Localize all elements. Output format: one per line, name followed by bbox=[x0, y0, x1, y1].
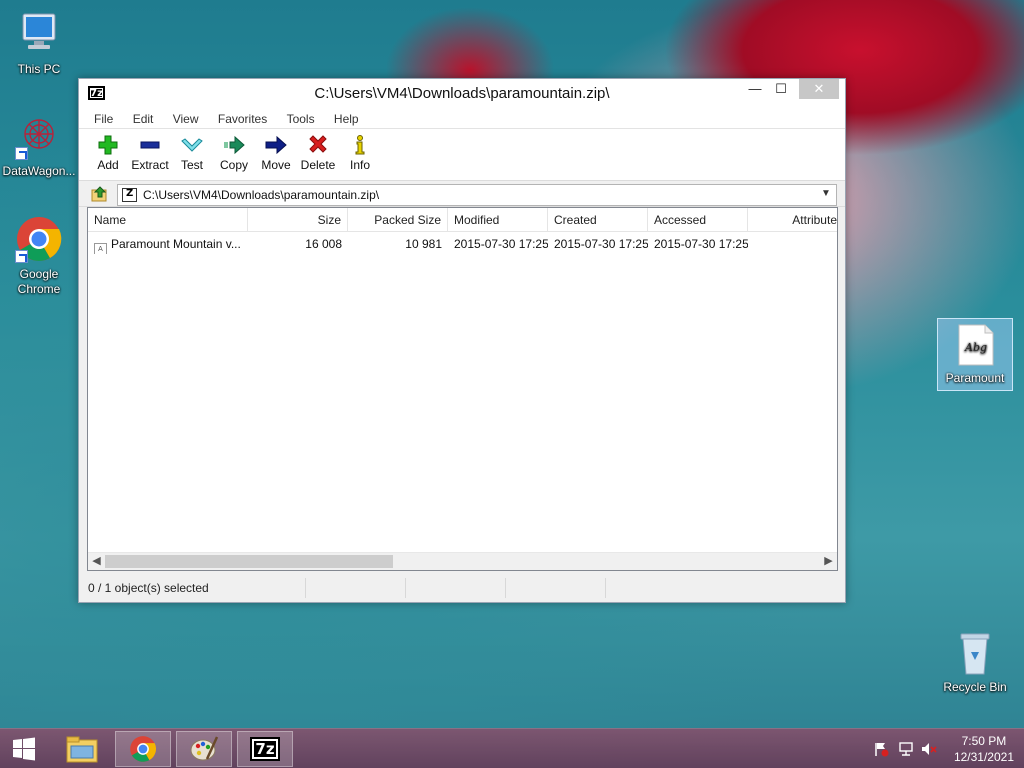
chrome-icon bbox=[130, 736, 157, 762]
path-input[interactable]: C:\Users\VM4\Downloads\paramountain.zip\… bbox=[117, 184, 837, 206]
folder-up-icon[interactable] bbox=[91, 185, 109, 203]
desktop-icon-recycle-bin[interactable]: Recycle Bin bbox=[937, 630, 1013, 695]
toolbar: Add Extract Test Copy Move Delete Info bbox=[79, 129, 845, 181]
desktop-icon-label: Google Chrome bbox=[17, 267, 61, 296]
add-button[interactable]: Add bbox=[87, 129, 129, 180]
scroll-thumb[interactable] bbox=[105, 555, 393, 568]
cell-accessed: 2015-07-30 17:25 bbox=[654, 237, 748, 251]
archive-icon bbox=[122, 188, 137, 202]
start-button[interactable] bbox=[0, 731, 48, 767]
7zip-file-manager-window[interactable]: 7z C:\Users\VM4\Downloads\paramountain.z… bbox=[78, 78, 846, 603]
column-header-size[interactable]: Size bbox=[248, 208, 348, 232]
file-explorer-icon bbox=[66, 736, 98, 763]
status-segment bbox=[406, 578, 506, 598]
desktop-icon-label: Paramount bbox=[945, 371, 1005, 385]
title-bar[interactable]: 7z C:\Users\VM4\Downloads\paramountain.z… bbox=[79, 79, 845, 109]
scroll-left-icon[interactable]: ◀ bbox=[88, 553, 105, 570]
menu-file[interactable]: File bbox=[85, 109, 121, 128]
desktop-icon-this-pc[interactable]: This PC bbox=[1, 10, 77, 77]
paint-palette-icon bbox=[190, 736, 219, 761]
volume-muted-icon[interactable] bbox=[921, 741, 937, 757]
taskbar-7zip[interactable]: 7z bbox=[237, 731, 293, 767]
desktop-icon-label: DataWagon... bbox=[2, 164, 76, 178]
cell-name: A Paramount Mountain v... bbox=[88, 234, 248, 254]
close-button[interactable]: ✕ bbox=[799, 79, 839, 99]
cell-modified: 2015-07-30 17:25 bbox=[454, 237, 548, 251]
extract-button[interactable]: Extract bbox=[129, 129, 171, 180]
clock-time: 7:50 PM bbox=[961, 734, 1007, 748]
column-header-created[interactable]: Created bbox=[548, 208, 648, 232]
svg-text:Abg: Abg bbox=[964, 341, 987, 354]
desktop-icon-label: Recycle Bin bbox=[943, 680, 1007, 694]
test-button[interactable]: Test bbox=[171, 129, 213, 180]
menu-favorites[interactable]: Favorites bbox=[210, 109, 275, 128]
recycle-bin-icon bbox=[951, 630, 999, 676]
menu-help[interactable]: Help bbox=[326, 109, 367, 128]
menu-bar: File Edit View Favorites Tools Help bbox=[79, 109, 845, 129]
column-header-attributes[interactable]: Attribute bbox=[748, 208, 839, 232]
column-header-packed-size[interactable]: Packed Size bbox=[348, 208, 448, 232]
taskbar-paint[interactable] bbox=[176, 731, 232, 767]
cell-created: 2015-07-30 17:25 bbox=[554, 237, 648, 251]
minus-icon bbox=[129, 134, 171, 156]
menu-edit[interactable]: Edit bbox=[125, 109, 162, 128]
chevron-down-icon[interactable]: ▼ bbox=[821, 188, 833, 199]
desktop-icon-paramount[interactable]: Abg Paramount bbox=[937, 318, 1013, 391]
desktop-icon-label: This PC bbox=[17, 62, 61, 76]
copy-arrow-icon bbox=[213, 134, 255, 156]
maximize-button[interactable]: ☐ bbox=[767, 79, 795, 99]
taskbar-chrome[interactable] bbox=[115, 731, 171, 767]
list-header: Name Size Packed Size Modified Created A… bbox=[88, 208, 837, 232]
cell-attributes: A bbox=[748, 234, 839, 254]
datawagon-icon bbox=[15, 112, 63, 160]
move-button[interactable]: Move bbox=[255, 129, 297, 180]
system-clock[interactable]: 7:50 PM 12/31/2021 bbox=[954, 733, 1014, 765]
window-title: C:\Users\VM4\Downloads\paramountain.zip\ bbox=[314, 85, 610, 102]
desktop-icon-google-chrome[interactable]: Google Chrome bbox=[1, 215, 77, 297]
move-arrow-icon bbox=[255, 134, 297, 156]
font-file-icon: A bbox=[94, 243, 107, 254]
info-icon bbox=[339, 134, 381, 156]
info-button[interactable]: Info bbox=[339, 129, 381, 180]
delete-button[interactable]: Delete bbox=[297, 129, 339, 180]
delete-x-icon bbox=[297, 134, 339, 156]
minimize-button[interactable]: — bbox=[741, 79, 769, 99]
file-list[interactable]: Name Size Packed Size Modified Created A… bbox=[87, 207, 838, 571]
copy-button[interactable]: Copy bbox=[213, 129, 255, 180]
check-icon bbox=[171, 134, 213, 156]
clock-date: 12/31/2021 bbox=[953, 750, 1014, 764]
menu-tools[interactable]: Tools bbox=[279, 109, 323, 128]
horizontal-scrollbar[interactable]: ◀ ▶ bbox=[88, 552, 837, 570]
plus-icon bbox=[87, 134, 129, 156]
column-header-name[interactable]: Name bbox=[88, 208, 248, 232]
column-header-modified[interactable]: Modified bbox=[448, 208, 548, 232]
table-row[interactable]: A Paramount Mountain v... 16 008 10 981 2… bbox=[88, 234, 837, 254]
taskbar: 7z 7:50 PM 12/31/2021 bbox=[0, 728, 1024, 768]
path-text: C:\Users\VM4\Downloads\paramountain.zip\ bbox=[143, 188, 380, 202]
windows-logo-icon bbox=[13, 737, 35, 761]
scroll-right-icon[interactable]: ▶ bbox=[820, 553, 837, 570]
chrome-icon bbox=[15, 215, 63, 263]
desktop-icon-datawagon[interactable]: DataWagon... bbox=[1, 112, 77, 179]
network-icon[interactable] bbox=[898, 741, 914, 757]
cell-packed-size: 10 981 bbox=[405, 237, 442, 251]
font-file-icon: Abg bbox=[951, 323, 999, 367]
taskbar-file-explorer[interactable] bbox=[54, 731, 110, 767]
selection-status: 0 / 1 object(s) selected bbox=[79, 578, 306, 598]
shortcut-arrow-icon bbox=[15, 250, 28, 263]
cell-size: 16 008 bbox=[305, 237, 342, 251]
menu-view[interactable]: View bbox=[165, 109, 207, 128]
action-center-flag-icon[interactable] bbox=[873, 741, 889, 757]
status-bar: 0 / 1 object(s) selected bbox=[79, 574, 845, 602]
status-segment bbox=[506, 578, 606, 598]
column-header-accessed[interactable]: Accessed bbox=[648, 208, 748, 232]
address-bar: C:\Users\VM4\Downloads\paramountain.zip\… bbox=[79, 181, 845, 207]
7zip-logo-icon: 7z bbox=[250, 737, 280, 761]
status-segment bbox=[306, 578, 406, 598]
shortcut-arrow-icon bbox=[15, 147, 28, 160]
computer-icon bbox=[15, 10, 63, 58]
